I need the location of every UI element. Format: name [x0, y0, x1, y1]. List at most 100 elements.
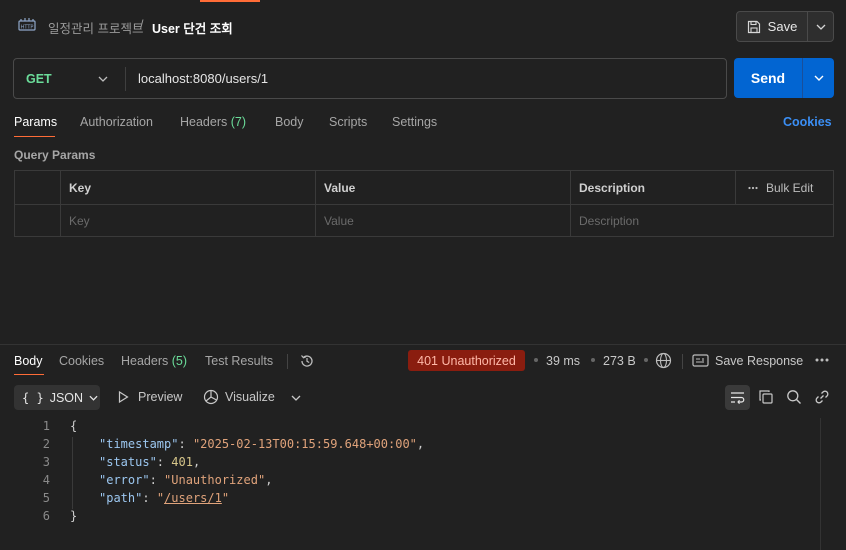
braces-icon: { }: [22, 390, 44, 405]
cookies-link[interactable]: Cookies: [783, 115, 832, 129]
code-line: }: [70, 509, 78, 523]
chevron-down-icon[interactable]: [291, 395, 301, 401]
separator-dot: [591, 358, 595, 362]
preview-button[interactable]: Preview: [138, 390, 182, 404]
save-label: Save: [767, 19, 798, 34]
table-header-row: Key Value Description Bulk Edit: [15, 171, 833, 204]
history-icon[interactable]: [299, 353, 315, 369]
indent-guide: [72, 437, 73, 509]
pane-splitter[interactable]: [0, 344, 846, 345]
svg-text:HTTP: HTTP: [21, 25, 34, 31]
column-header-key: Key: [60, 171, 315, 204]
code-line: {: [70, 419, 78, 433]
format-select[interactable]: { } JSON: [14, 385, 100, 410]
save-options-button[interactable]: [807, 11, 834, 42]
json-key: "error": [99, 473, 150, 487]
breadcrumb-parent[interactable]: 일정관리 프로젝트: [48, 18, 143, 37]
response-tab-cookies[interactable]: Cookies: [59, 354, 104, 368]
line-number: 2: [42, 437, 50, 451]
line-number: 3: [42, 455, 50, 469]
status-badge[interactable]: 401 Unauthorized: [408, 350, 525, 371]
tab-headers-count: (7): [230, 115, 247, 129]
link-icon[interactable]: [814, 389, 830, 405]
chevron-down-icon[interactable]: [98, 76, 108, 82]
line-number: 1: [42, 419, 50, 433]
tab-authorization[interactable]: Authorization: [80, 115, 153, 129]
send-options-button[interactable]: [802, 58, 834, 98]
active-tab-indicator: [200, 0, 260, 2]
response-tab-test-results[interactable]: Test Results: [205, 354, 273, 368]
send-button[interactable]: Send: [734, 58, 802, 98]
value-input[interactable]: Value: [315, 205, 570, 237]
response-tab-body[interactable]: Body: [14, 354, 43, 368]
key-input[interactable]: Key: [60, 205, 315, 237]
bulk-edit-label: Bulk Edit: [766, 180, 814, 195]
send-label: Send: [750, 70, 786, 86]
url-input[interactable]: localhost:8080/users/1: [138, 71, 268, 86]
visualize-button[interactable]: Visualize: [225, 390, 275, 404]
save-response-button[interactable]: Save Response: [715, 354, 803, 368]
separator-dot: [644, 358, 648, 362]
visualize-icon: [203, 389, 219, 405]
more-horizontal-icon: [748, 186, 758, 189]
line-number: 5: [42, 491, 50, 505]
tab-headers[interactable]: Headers (7): [180, 115, 246, 129]
separator-dot: [534, 358, 538, 362]
table-row: Key Value Description: [15, 204, 833, 237]
json-string: "Unauthorized": [164, 473, 266, 487]
url-divider: [125, 67, 126, 91]
json-number: 401: [171, 455, 193, 469]
column-header-description: Description: [570, 171, 735, 204]
http-request-icon: HTTP: [18, 18, 36, 31]
json-key: "path": [99, 491, 143, 505]
code-line: "error": "Unauthorized",: [99, 473, 273, 487]
globe-icon[interactable]: [655, 352, 672, 369]
editor-scrollbar[interactable]: [820, 418, 834, 550]
search-icon[interactable]: [786, 389, 802, 405]
response-size[interactable]: 273 B: [603, 354, 636, 368]
line-number: 4: [42, 473, 50, 487]
chevron-down-icon: [814, 75, 823, 81]
tab-settings[interactable]: Settings: [392, 115, 437, 129]
url-bar: GET localhost:8080/users/1: [13, 58, 727, 99]
request-name[interactable]: User 단건 조회: [152, 18, 233, 37]
tab-params-underline: [14, 136, 55, 137]
tab-body[interactable]: Body: [275, 115, 304, 129]
column-header-value: Value: [315, 171, 570, 204]
line-number: 6: [42, 509, 50, 523]
query-params-title: Query Params: [14, 148, 96, 162]
description-input[interactable]: Description: [570, 205, 833, 237]
play-icon: [118, 391, 129, 403]
save-icon: [747, 20, 760, 33]
save-response-icon: [692, 354, 709, 367]
json-string: "2025-02-13T00:15:59.648+00:00": [192, 437, 417, 451]
bulk-edit-button[interactable]: Bulk Edit: [735, 171, 833, 204]
response-tab-body-underline: [14, 374, 44, 375]
more-horizontal-icon[interactable]: [815, 358, 829, 362]
response-tab-headers-label: Headers: [121, 354, 169, 368]
query-params-table: Key Value Description Bulk Edit Key Valu…: [14, 170, 834, 237]
tab-divider: [287, 354, 288, 369]
breadcrumb-separator: /: [140, 18, 144, 32]
chevron-down-icon: [816, 24, 825, 30]
response-tab-headers[interactable]: Headers (5): [121, 354, 187, 368]
code-line: "path": "/users/1": [99, 491, 230, 505]
tab-headers-label: Headers: [180, 115, 228, 129]
code-line: "timestamp": "2025-02-13T00:15:59.648+00…: [99, 437, 425, 451]
response-body-editor[interactable]: 1 2 3 4 5 6 { "timestamp": "2025-02-13T0…: [0, 416, 846, 546]
format-label: JSON: [49, 390, 84, 405]
save-button[interactable]: Save: [736, 11, 808, 42]
wrap-lines-icon: [731, 392, 745, 404]
tab-scripts[interactable]: Scripts: [329, 115, 367, 129]
json-path-link[interactable]: /users/1: [164, 491, 222, 505]
response-tab-headers-count: (5): [171, 354, 188, 368]
tab-params[interactable]: Params: [14, 115, 57, 129]
response-time[interactable]: 39 ms: [546, 354, 580, 368]
copy-icon[interactable]: [758, 389, 774, 405]
json-key: "timestamp": [99, 437, 179, 451]
json-key: "status": [99, 455, 157, 469]
code-line: "status": 401,: [99, 455, 201, 469]
chevron-down-icon: [89, 395, 98, 401]
method-select[interactable]: GET: [26, 72, 52, 86]
wrap-lines-button[interactable]: [725, 385, 750, 410]
